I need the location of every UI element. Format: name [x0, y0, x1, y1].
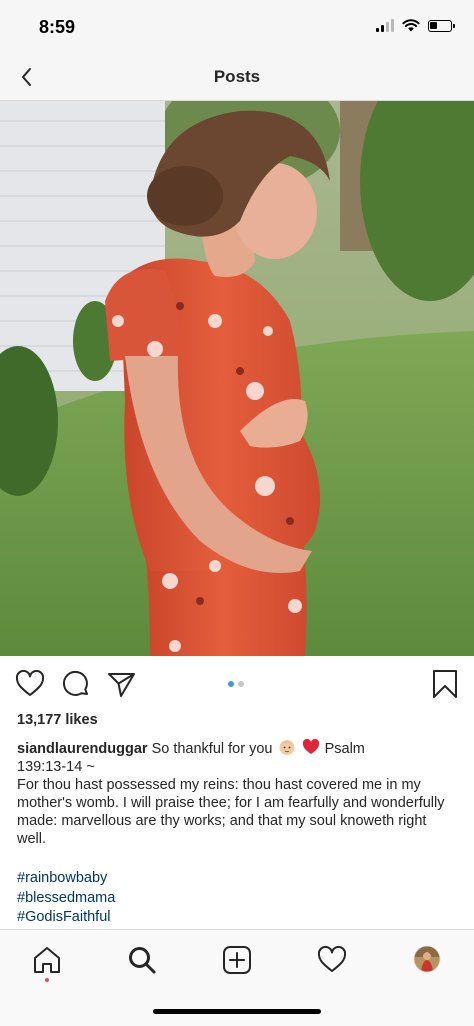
carousel-dot-active: [228, 681, 234, 687]
comment-button[interactable]: [61, 669, 91, 699]
nav-activity[interactable]: [317, 945, 347, 975]
comment-icon: [62, 670, 88, 696]
nav-new-post[interactable]: [222, 945, 252, 975]
signal-icon: [376, 19, 394, 32]
hashtag-link[interactable]: #rainbowbaby: [17, 869, 457, 889]
home-icon: [34, 947, 60, 973]
like-button[interactable]: [15, 669, 45, 699]
caption-body: For thou hast possessed my reins: thou h…: [17, 777, 445, 847]
page-title: Posts: [213, 67, 261, 86]
wifi-icon: [402, 19, 420, 32]
notification-dot: [45, 978, 49, 982]
new-post-icon: [223, 946, 251, 974]
caption-line2: 139:13-14 ~: [17, 759, 95, 775]
home-indicator: [153, 1009, 321, 1014]
baby-face-emoji: [279, 740, 295, 755]
nav-search[interactable]: [127, 945, 157, 975]
nav-home[interactable]: [32, 945, 62, 975]
caption-text-part2: Psalm: [324, 741, 365, 757]
hashtag-link[interactable]: #GodisFaithful: [17, 908, 457, 928]
battery-icon: [428, 20, 455, 32]
status-bar: 8:59: [0, 0, 474, 56]
post-actions: [0, 656, 474, 710]
red-heart-emoji: [302, 738, 319, 754]
caption-text-part1: So thankful for you: [151, 741, 273, 757]
share-button[interactable]: [106, 669, 136, 699]
activity-heart-icon: [317, 946, 347, 972]
post-photo[interactable]: [0, 101, 474, 656]
search-icon: [129, 947, 156, 974]
save-button[interactable]: [430, 669, 460, 699]
hashtag-list: #rainbowbaby #blessedmama #GodisFaithful: [17, 869, 457, 928]
status-icons: [376, 19, 455, 32]
status-time: 8:59: [39, 17, 76, 37]
post-body: 13,177 likes siandlaurenduggar So thankf…: [17, 710, 457, 928]
nav-profile[interactable]: [413, 945, 443, 975]
carousel-indicator: [228, 681, 244, 687]
bookmark-icon: [433, 670, 457, 698]
header-bar: Posts: [0, 56, 474, 101]
profile-avatar: [413, 945, 441, 973]
share-icon: [108, 673, 135, 697]
post-image: [0, 101, 474, 656]
caption-username[interactable]: siandlaurenduggar: [17, 741, 148, 757]
carousel-dot: [238, 681, 244, 687]
heart-icon: [15, 670, 45, 696]
likes-count[interactable]: 13,177 likes: [17, 711, 457, 729]
hashtag-link[interactable]: #blessedmama: [17, 889, 457, 909]
caption: siandlaurenduggar So thankful for you Ps…: [17, 738, 457, 848]
